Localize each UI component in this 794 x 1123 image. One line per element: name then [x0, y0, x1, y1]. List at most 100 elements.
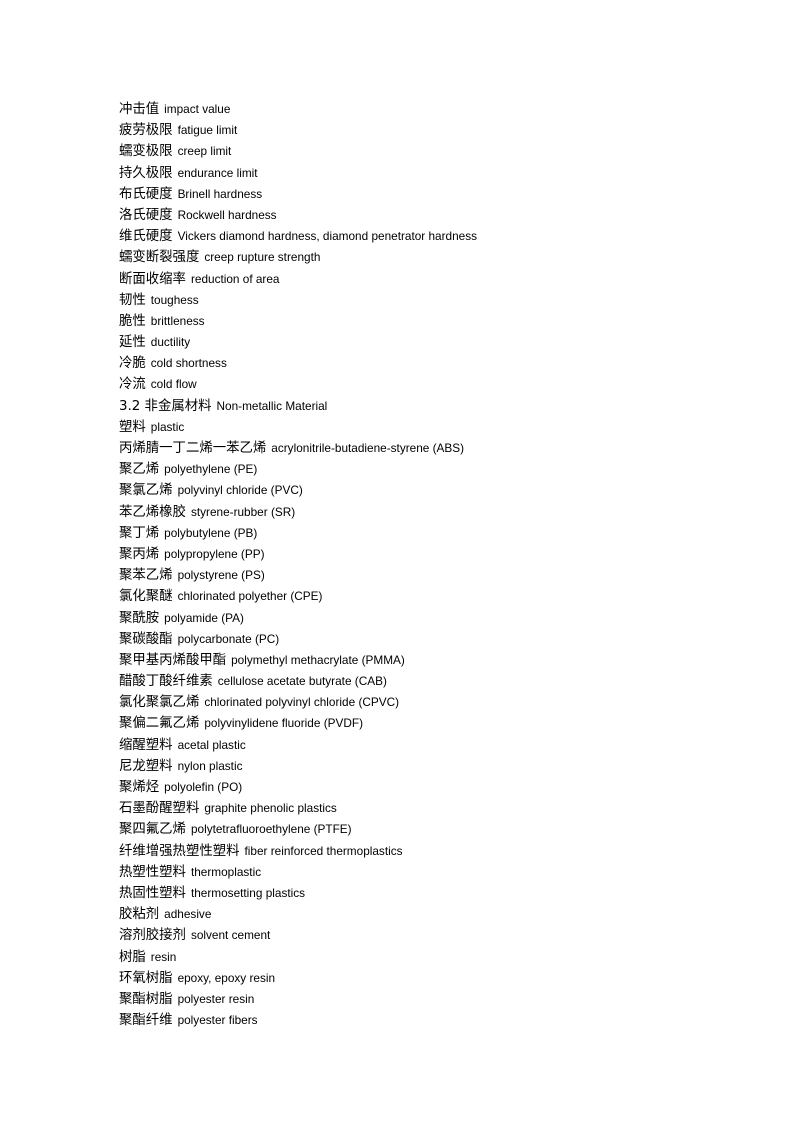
entry-term-chinese: 胶粘剂 [119, 907, 160, 923]
entry-gloss-english: polyvinylidene fluoride (PVDF) [204, 716, 364, 731]
glossary-entry: 丙烯腈一丁二烯一苯乙烯 acrylonitrile-butadiene-styre… [119, 436, 719, 457]
entry-gloss-english: polymethyl methacrylate (PMMA) [231, 652, 405, 667]
entry-gloss-english: endurance limit [177, 165, 258, 180]
entry-term-chinese: 环氧树脂 [119, 970, 173, 986]
entry-term-chinese: 聚乙烯 [119, 462, 160, 478]
glossary-entry: 蠕变断裂强度 creep rupture strength [119, 245, 719, 266]
entry-gloss-english: polyester fibers [177, 1013, 258, 1028]
glossary-entry: 氯化聚氯乙烯 chlorinated polyvinyl chloride (CP… [119, 690, 719, 711]
entry-gloss-english: cellulose acetate butyrate (CAB) [217, 674, 387, 689]
entry-gloss-english: styrene-rubber (SR) [190, 504, 296, 519]
entry-term-chinese: 纤维增强热塑性塑料 [119, 843, 240, 859]
glossary-entry: 布氏硬度 Brinell hardness [119, 182, 719, 203]
entry-term-chinese: 氯化聚氯乙烯 [119, 695, 200, 711]
entry-gloss-english: creep rupture strength [204, 250, 321, 265]
entry-term-chinese: 冷流 [119, 377, 146, 393]
entry-term-chinese: 布氏硬度 [119, 186, 173, 202]
glossary-entry: 树脂 resin [119, 945, 719, 966]
glossary-entry: 断面收缩率 reduction of area [119, 267, 719, 288]
glossary-entry: 冷脆 cold shortness [119, 351, 719, 372]
entry-gloss-english: polyvinyl chloride (PVC) [177, 483, 303, 498]
entry-term-chinese: 脆性 [119, 313, 146, 329]
entry-gloss-english: plastic [150, 419, 185, 434]
entry-term-chinese: 断面收缩率 [119, 271, 186, 287]
glossary-entry: 缩醒塑料 acetal plastic [119, 733, 719, 754]
glossary-entry: 聚酯树脂 polyester resin [119, 987, 719, 1008]
entry-term-chinese: 热塑性塑料 [119, 864, 186, 880]
entry-gloss-english: brittleness [150, 313, 205, 328]
entry-term-chinese: 塑料 [119, 419, 146, 435]
glossary-entry: 聚烯烃 polyolefin (PO) [119, 775, 719, 796]
entry-gloss-english: creep limit [177, 144, 232, 159]
glossary-entry: 脆性 brittleness [119, 309, 719, 330]
entry-term-chinese: 韧性 [119, 292, 146, 308]
entry-gloss-english: graphite phenolic plastics [204, 801, 337, 816]
glossary-entry: 持久极限 endurance limit [119, 161, 719, 182]
entry-gloss-english: polystyrene (PS) [177, 568, 265, 583]
glossary-entry: 聚丁烯 polybutylene (PB) [119, 521, 719, 542]
entry-term-chinese: 聚氯乙烯 [119, 483, 173, 499]
entry-gloss-english: polybutylene (PB) [164, 525, 258, 540]
entry-term-chinese: 蠕变断裂强度 [119, 250, 200, 266]
glossary-entry: 聚丙烯 polypropylene (PP) [119, 542, 719, 563]
entry-gloss-english: Rockwell hardness [177, 207, 277, 222]
glossary-entry: 聚偏二氟乙烯 polyvinylidene fluoride (PVDF) [119, 711, 719, 732]
entry-term-chinese: 聚偏二氟乙烯 [119, 716, 200, 732]
entry-gloss-english: polyamide (PA) [164, 610, 244, 625]
entry-gloss-english: fiber reinforced thermoplastics [244, 843, 403, 858]
glossary-entry: 冷流 cold flow [119, 372, 719, 393]
entry-term-chinese: 洛氏硬度 [119, 207, 173, 223]
glossary-entry: 环氧树脂 epoxy, epoxy resin [119, 966, 719, 987]
glossary-entry: 韧性 toughess [119, 288, 719, 309]
entry-gloss-english: Brinell hardness [177, 186, 263, 201]
glossary-entry: 氯化聚醚 chlorinated polyether (CPE) [119, 584, 719, 605]
entry-gloss-english: acetal plastic [177, 737, 246, 752]
glossary-entry: 延性 ductility [119, 330, 719, 351]
entry-gloss-english: cold flow [150, 377, 197, 392]
glossary-entry: 胶粘剂 adhesive [119, 902, 719, 923]
entry-gloss-english: cold shortness [150, 356, 227, 371]
glossary-entry: 聚酯纤维 polyester fibers [119, 1008, 719, 1029]
glossary-entry: 纤维增强热塑性塑料 fiber reinforced thermoplastics [119, 839, 719, 860]
entry-gloss-english: toughess [150, 292, 199, 307]
entry-gloss-english: polyolefin (PO) [164, 780, 243, 794]
entry-gloss-english: adhesive [164, 907, 212, 922]
entry-gloss-english: chlorinated polyether (CPE) [177, 589, 323, 604]
entry-gloss-english: impact value [164, 102, 231, 116]
glossary-entry: 塑料 plastic [119, 415, 719, 436]
entry-term-chinese: 醋酸丁酸纤维素 [119, 674, 213, 690]
entry-gloss-english: solvent cement [190, 928, 271, 943]
entry-term-chinese: 石墨酚醒塑料 [119, 801, 200, 817]
entry-gloss-english: polyester resin [177, 991, 255, 1006]
entry-term-chinese: 聚酰胺 [119, 610, 160, 626]
glossary-entry: 聚酰胺 polyamide (PA) [119, 606, 719, 627]
entry-gloss-english: thermosetting plastics [190, 885, 306, 900]
section-heading: 3.2 非金属材料 Non-metallic Material [119, 394, 719, 415]
glossary-entry: 热固性塑料 thermosetting plastics [119, 881, 719, 902]
entry-term-chinese: 聚四氟乙烯 [119, 822, 186, 838]
glossary-entry: 聚甲基丙烯酸甲酯 polymethyl methacrylate (PMMA) [119, 648, 719, 669]
entry-gloss-english: reduction of area [190, 271, 280, 286]
entry-term-chinese: 聚碳酸酯 [119, 631, 173, 647]
glossary-entry: 石墨酚醒塑料 graphite phenolic plastics [119, 796, 719, 817]
entry-gloss-english: nylon plastic [177, 758, 243, 773]
entry-term-chinese: 聚酯纤维 [119, 1013, 173, 1029]
entry-gloss-english: chlorinated polyvinyl chloride (CPVC) [204, 695, 400, 710]
entry-term-chinese: 苯乙烯橡胶 [119, 504, 186, 520]
glossary-entry: 聚氯乙烯 polyvinyl chloride (PVC) [119, 478, 719, 499]
entry-term-chinese: 丙烯腈一丁二烯一苯乙烯 [119, 441, 267, 456]
entry-gloss-english: ductility [150, 335, 191, 350]
entry-term-chinese: 冷脆 [119, 356, 146, 372]
entry-gloss-english: polytetrafluoroethylene (PTFE) [190, 822, 352, 837]
entry-term-chinese: 聚烯烃 [119, 780, 160, 795]
entry-term-chinese: 聚丁烯 [119, 525, 160, 541]
glossary-entry: 聚苯乙烯 polystyrene (PS) [119, 563, 719, 584]
entry-term-chinese: 维氏硬度 [119, 229, 173, 245]
glossary-entry: 冲击值 impact value [119, 97, 719, 118]
entry-term-chinese: 蠕变极限 [119, 144, 173, 160]
entry-term-chinese: 延性 [119, 335, 146, 351]
entry-term-chinese: 聚酯树脂 [119, 991, 173, 1007]
glossary-entry: 热塑性塑料 thermoplastic [119, 860, 719, 881]
entry-term-chinese: 溶剂胶接剂 [119, 928, 186, 944]
entry-gloss-english: thermoplastic [190, 864, 262, 879]
